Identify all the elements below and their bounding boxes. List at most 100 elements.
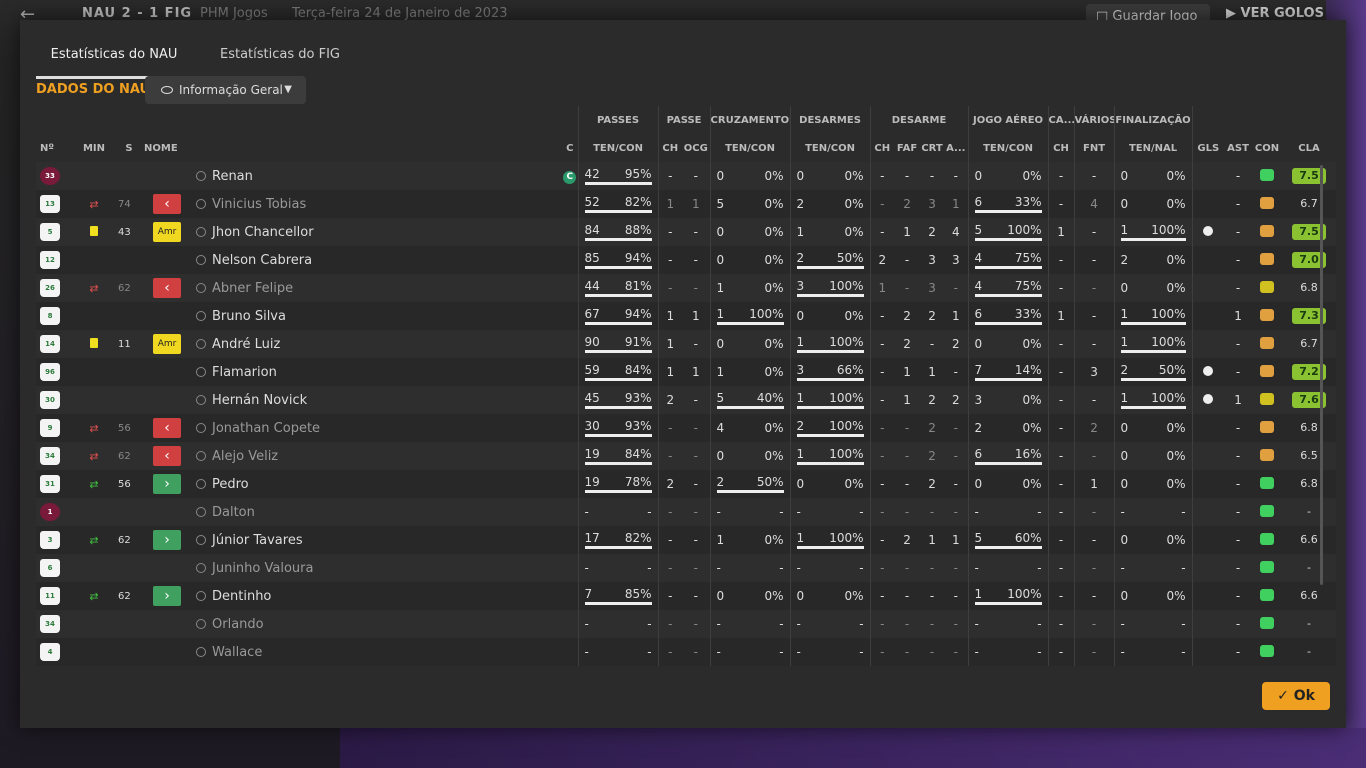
view-goals-button[interactable]: ▶ VER GOLOS — [1226, 6, 1324, 21]
cell-faf: - — [894, 638, 921, 666]
passes-pct: 82% — [624, 195, 652, 209]
table-row[interactable]: 6 Juninho Valoura - - - - - - - - - - - - - - - - - - - - — [36, 554, 1336, 582]
table-row[interactable]: 5 43 Amr Jhon Chancellor 84 88% - -0 0% 1 0% -1 2 4 5 1… — [36, 218, 1336, 246]
table-row[interactable]: 96 Flamarion 59 84% 1 1 1 0% 3 66% - 1 1 - 7 14% - 3 2 50% -… — [36, 358, 1336, 386]
table-row[interactable]: 11 ⇄ 62 › Dentinho 7 85% - - 0 0% 0 0% - - - - 1 100% - - 0 0%… — [36, 582, 1336, 610]
table-row[interactable]: 4 Wallace - - - - - - - - - - - - - - - - - - - - — [36, 638, 1336, 666]
table-row[interactable]: 14 11 Amr André Luiz 90 91% 1-0 0% 1 100% -2-2 0 0% -… — [36, 330, 1336, 358]
table-row[interactable]: 13 ⇄ 74 ‹ Vinicius Tobias 52 82% 1 1 5 0% 2 0% -2 3 1 6 3… — [36, 190, 1336, 218]
stat-value: - — [693, 281, 698, 295]
aerial-pct: 33% — [1014, 307, 1042, 321]
table-scrollbar[interactable] — [1320, 165, 1323, 585]
col-ca-ch[interactable]: CH — [1047, 134, 1075, 162]
aerial-attempted: 6 — [974, 307, 983, 321]
col-c[interactable]: C — [562, 134, 578, 162]
col-name[interactable]: NOME — [144, 134, 562, 162]
player-name[interactable]: Orlando — [212, 617, 264, 632]
table-row[interactable]: 3 ⇄ 62 › Júnior Tavares 17 82% - -1 0% 1 100% -2 1 1 5 6… — [36, 526, 1336, 554]
table-row[interactable]: 9 ⇄ 56 ‹ Jonathan Copete 30 93% - -4 0% 2 100% - -2-2… — [36, 414, 1336, 442]
player-name[interactable]: André Luiz — [212, 337, 280, 352]
player-name[interactable]: Nelson Cabrera — [212, 253, 312, 268]
cell-crt2: - — [920, 582, 945, 610]
stat-value: - — [693, 225, 698, 239]
stat-value: - — [880, 505, 885, 519]
cell-dch: - — [869, 582, 895, 610]
player-name[interactable]: Hernán Novick — [212, 393, 307, 408]
cell-ocg: 1 — [682, 302, 711, 330]
cell-cach: - — [1047, 246, 1075, 274]
cell-event: ⇄ — [74, 414, 114, 442]
col-crt[interactable]: CRT — [920, 134, 944, 162]
player-name[interactable]: Jhon Chancellor — [212, 225, 314, 240]
player-name[interactable]: Renan — [212, 169, 253, 184]
ok-button[interactable]: ✓ Ok — [1262, 682, 1330, 710]
stat-value: - — [1235, 617, 1241, 631]
shirt-icon: 14 — [40, 335, 60, 353]
player-name[interactable]: Dalton — [212, 505, 255, 520]
cell-finishing: 1 100% — [1113, 302, 1193, 330]
col-min[interactable]: MIN — [74, 134, 114, 162]
player-name[interactable]: Dentinho — [212, 589, 271, 604]
col-faf[interactable]: FAF — [894, 134, 920, 162]
minute-value: 62 — [118, 534, 131, 546]
player-name[interactable]: Juninho Valoura — [212, 561, 313, 576]
col-a[interactable]: A... — [944, 134, 968, 162]
tackles-attempted: 0 — [796, 308, 805, 323]
col-ocg[interactable]: OCG — [682, 134, 710, 162]
cell-a: - — [944, 582, 969, 610]
player-name[interactable]: Alejo Veliz — [212, 449, 278, 464]
cell-crosses: 0 0% — [709, 218, 791, 246]
col-cla[interactable]: CLA — [1282, 134, 1336, 162]
cell-num: 8 — [36, 302, 74, 330]
table-row[interactable]: 30 Hernán Novick 45 93% 2-5 40% 1 100% -1 2 2 3 0% - -… — [36, 386, 1336, 414]
col-gls[interactable]: GLS — [1191, 134, 1225, 162]
player-name[interactable]: Wallace — [212, 645, 262, 660]
col-num[interactable]: Nº — [36, 134, 74, 162]
tab-nau-stats-label: Estatísticas do NAU — [50, 47, 178, 62]
table-row[interactable]: 8 Bruno Silva 67 94% 1 1 1 100% 0 0% -2 2 1 6 33% 1-1 10… — [36, 302, 1336, 330]
col-cross[interactable]: TEN/CON — [709, 134, 791, 162]
table-row[interactable]: 31 ⇄ 56 › Pedro 19 78% 2 - 2 50% 0 0% - - 2 - 0 0% - 1 0 0% - 6.… — [36, 470, 1336, 498]
col-aerial[interactable]: TEN/CON — [967, 134, 1049, 162]
player-name[interactable]: Flamarion — [212, 365, 277, 380]
cell-captain — [562, 414, 579, 442]
tackles-attempted: 1 — [796, 224, 805, 239]
col-ast[interactable]: AST — [1224, 134, 1252, 162]
cell-passes: 17 82% — [577, 526, 659, 554]
table-row[interactable]: 34 Orlando - - - - - - - - - - - - - - - - - - - - — [36, 610, 1336, 638]
table-row[interactable]: 33 Renan C 42 95% - - 0 0% 0 0% - - - - 0 0% - - 0 0% - 7.5 — [36, 162, 1336, 190]
tab-fig-stats[interactable]: Estatísticas do FIG — [210, 40, 350, 76]
col-fnt[interactable]: FNT — [1073, 134, 1115, 162]
tab-nau-stats[interactable]: Estatísticas do NAU — [36, 40, 192, 79]
player-name[interactable]: Vinicius Tobias — [212, 197, 306, 212]
col-con[interactable]: CON — [1252, 134, 1282, 162]
cell-dch: - — [869, 162, 895, 190]
col-pass[interactable]: TEN/CON — [577, 134, 659, 162]
goal-ball-icon — [1203, 394, 1214, 404]
cell-captain — [562, 610, 579, 638]
play-icon: ▶ — [1226, 6, 1241, 21]
cell-ch: - — [657, 162, 683, 190]
player-name[interactable]: Bruno Silva — [212, 309, 286, 324]
col-d-ch[interactable]: CH — [869, 134, 895, 162]
passes-attempted: 45 — [584, 391, 600, 405]
table-row[interactable]: 26 ⇄ 62 ‹ Abner Felipe 44 81% - - 1 0% 3 100% 1 - 3 - 4 75… — [36, 274, 1336, 302]
cell-passes: 52 82% — [577, 190, 659, 218]
player-name[interactable]: Júnior Tavares — [212, 533, 303, 548]
view-select-dropdown[interactable]: Informação Geral ▼ — [145, 76, 306, 104]
col-ch[interactable]: CH — [657, 134, 683, 162]
player-name[interactable]: Pedro — [212, 477, 249, 492]
col-s[interactable]: S — [114, 134, 144, 162]
table-row[interactable]: 12 Nelson Cabrera 85 94% - -0 0% 2 50% 2-3 3 4 75% - -… — [36, 246, 1336, 274]
shots-pct: 50% — [1158, 363, 1186, 377]
cell-num: 6 — [36, 554, 74, 582]
table-row[interactable]: 34 ⇄ 62 ‹ Alejo Veliz 19 84% - - 0 0% 1 100% - - 2 - 6 16%… — [36, 442, 1336, 470]
tackles-pct: - — [859, 504, 864, 519]
player-name[interactable]: Jonathan Copete — [212, 421, 320, 436]
cell-s — [144, 358, 190, 386]
col-tackles[interactable]: TEN/CON — [789, 134, 871, 162]
col-fin[interactable]: TEN/NAL — [1113, 134, 1193, 162]
cell-s: Amr — [144, 330, 190, 358]
player-name[interactable]: Abner Felipe — [212, 281, 293, 296]
table-row[interactable]: 1 Dalton - - - - - - - - - - - - - - - - - - - - — [36, 498, 1336, 526]
